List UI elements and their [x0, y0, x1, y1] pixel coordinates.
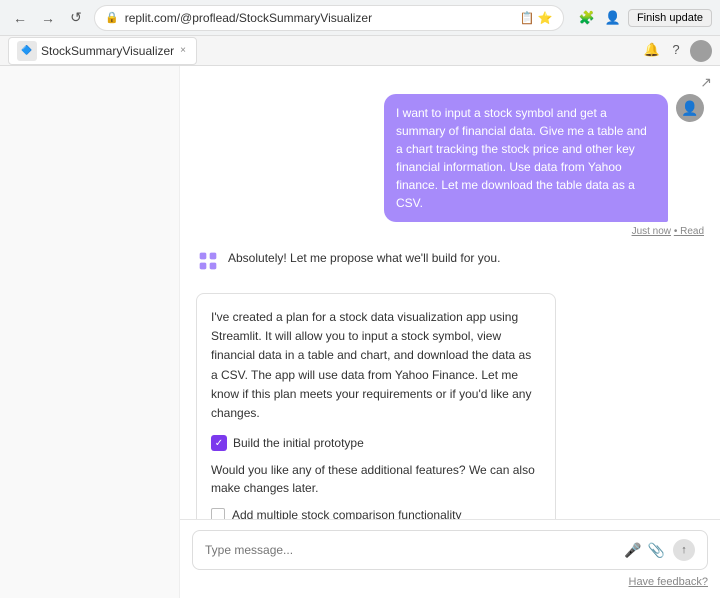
ai-intro-text: Absolutely! Let me propose what we'll bu… — [228, 249, 500, 267]
help-icon[interactable]: ? — [666, 40, 686, 60]
input-actions: 🎤 📎 — [624, 542, 665, 559]
attachment-icon[interactable]: 📎 — [648, 542, 665, 559]
tab-close-button[interactable]: × — [178, 43, 188, 58]
extensions-icon[interactable]: 🧩 — [576, 7, 598, 29]
tab-favicon: 🔷 — [17, 41, 37, 61]
forward-button[interactable]: → — [36, 6, 60, 30]
message-input[interactable] — [205, 543, 616, 557]
browser-actions: 🧩 👤 Finish update — [576, 7, 712, 29]
feature-label: Build the initial prototype — [233, 436, 364, 450]
address-bar[interactable]: 🔒 replit.com/@proflead/StockSummaryVisua… — [94, 5, 564, 31]
lock-icon: 🔒 — [105, 11, 119, 24]
left-sidebar — [0, 66, 180, 598]
tab-bar-actions: 🔔 ? — [642, 40, 712, 62]
user-bubble: I want to input a stock symbol and get a… — [384, 94, 668, 222]
url-text: replit.com/@proflead/StockSummaryVisuali… — [125, 11, 514, 25]
user-avatar: 👤 — [676, 94, 704, 122]
microphone-icon[interactable]: 🎤 — [624, 542, 641, 559]
checkbox-0[interactable] — [211, 508, 225, 519]
input-footer: Have feedback? — [192, 576, 708, 588]
chat-area: ↗ I want to input a stock symbol and get… — [180, 66, 720, 598]
back-button[interactable]: ← — [8, 6, 32, 30]
user-message-group: I want to input a stock symbol and get a… — [196, 94, 704, 237]
tab-title: StockSummaryVisualizer — [41, 44, 174, 58]
active-tab[interactable]: 🔷 StockSummaryVisualizer × — [8, 37, 197, 65]
checkbox-item-0: Add multiple stock comparison functional… — [211, 507, 541, 519]
bell-icon[interactable]: 🔔 — [642, 40, 662, 60]
optional-question: Would you like any of these additional f… — [211, 461, 541, 497]
chat-messages: I want to input a stock symbol and get a… — [180, 66, 720, 519]
ai-intro-message: Absolutely! Let me propose what we'll bu… — [196, 249, 500, 273]
profile-icon[interactable]: 👤 — [602, 7, 624, 29]
tab-bar: 🔷 StockSummaryVisualizer × 🔔 ? — [0, 36, 720, 66]
checkbox-label-0: Add multiple stock comparison functional… — [232, 507, 461, 519]
chat-input-area: 🎤 📎 ↑ Have feedback? — [180, 519, 720, 598]
send-icon: ↑ — [681, 544, 687, 556]
browser-bar: ← → ↺ 🔒 replit.com/@proflead/StockSummar… — [0, 0, 720, 36]
browser-controls: ← → ↺ — [8, 6, 88, 30]
plan-description: I've created a plan for a stock data vis… — [211, 308, 541, 423]
user-avatar-tab[interactable] — [690, 40, 712, 62]
plan-card: I've created a plan for a stock data vis… — [196, 293, 556, 519]
finish-update-button[interactable]: Finish update — [628, 9, 712, 27]
checked-feature: ✓ Build the initial prototype — [211, 435, 541, 451]
message-meta: Just now • Read — [632, 226, 704, 237]
message-time: Just now — [632, 226, 671, 237]
send-button[interactable]: ↑ — [673, 539, 695, 561]
feedback-link[interactable]: Have feedback? — [629, 576, 709, 588]
read-label[interactable]: Read — [680, 226, 704, 237]
input-box: 🎤 📎 ↑ — [192, 530, 708, 570]
checked-icon: ✓ — [211, 435, 227, 451]
expand-icon[interactable]: ↗ — [700, 74, 712, 91]
main-content: ↗ I want to input a stock symbol and get… — [0, 66, 720, 598]
extension-icons: 📋 ⭐ — [520, 11, 553, 25]
refresh-button[interactable]: ↺ — [64, 6, 88, 30]
user-message: I want to input a stock symbol and get a… — [384, 94, 704, 222]
ai-agent-icon — [196, 249, 220, 273]
